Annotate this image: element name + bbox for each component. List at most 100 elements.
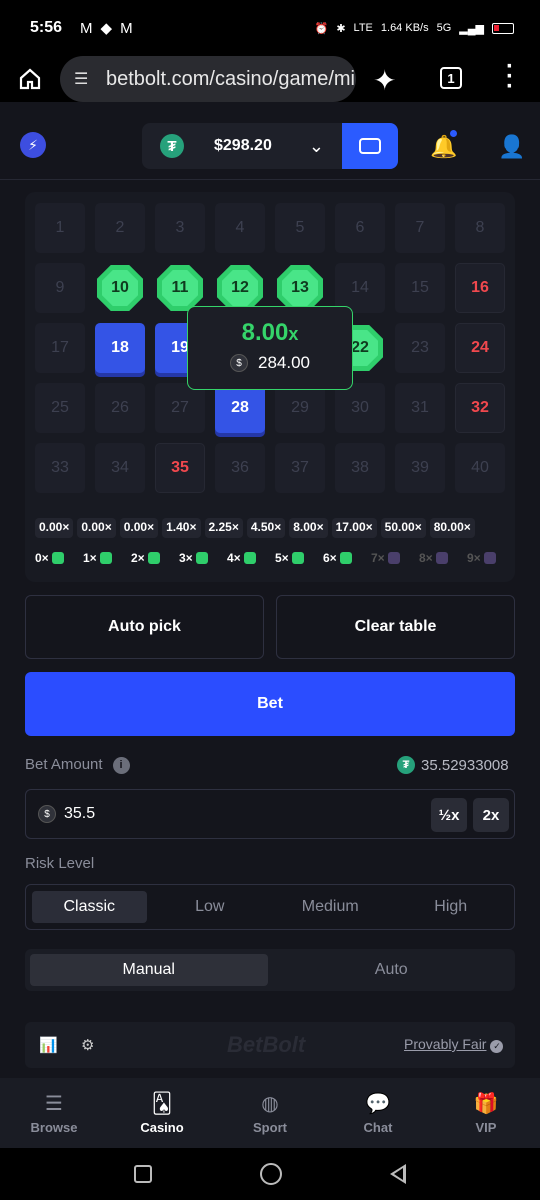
tile-16[interactable]: 16: [455, 263, 505, 313]
dollar-icon: $: [38, 805, 56, 823]
nav-item-sport[interactable]: ◍ Sport: [216, 1078, 324, 1148]
nav-label: Chat: [363, 1120, 393, 1135]
check-icon: ✓: [490, 1040, 504, 1053]
tile-3[interactable]: 3: [155, 203, 205, 253]
tile-10[interactable]: 10: [95, 263, 145, 313]
tile-9[interactable]: 9: [35, 263, 85, 313]
tab-switcher-button[interactable]: 1: [440, 67, 462, 89]
wallet-icon: [359, 138, 381, 154]
tile-17[interactable]: 17: [35, 323, 85, 373]
gem-small-icon: [147, 552, 160, 564]
tile-8[interactable]: 8: [455, 203, 505, 253]
nav-item-browse[interactable]: ☰ Browse: [0, 1078, 108, 1148]
tile-40[interactable]: 40: [455, 443, 505, 493]
home-icon[interactable]: [0, 67, 60, 91]
search-list-icon: ☰: [45, 1093, 63, 1115]
clear-table-button[interactable]: Clear table: [276, 595, 515, 659]
tile-7[interactable]: 7: [395, 203, 445, 253]
nav-item-vip[interactable]: 🎁 VIP: [432, 1078, 540, 1148]
profile-button[interactable]: 👤: [498, 134, 525, 160]
dollar-icon: $: [230, 354, 248, 372]
gift-icon: 🎁: [473, 1093, 499, 1115]
nav-item-chat[interactable]: 💬 Chat: [324, 1078, 432, 1148]
chevron-down-icon: ⌄: [308, 135, 324, 156]
tile-number: 12: [222, 270, 258, 306]
tile-28[interactable]: 28: [215, 383, 265, 433]
tile-30[interactable]: 30: [335, 383, 385, 433]
bet-amount-input[interactable]: $ 35.5 ½x 2x: [25, 789, 515, 839]
wallet-button[interactable]: [342, 123, 398, 169]
tile-39[interactable]: 39: [395, 443, 445, 493]
tile-24[interactable]: 24: [455, 323, 505, 373]
tile-6[interactable]: 6: [335, 203, 385, 253]
nav-label: Browse: [30, 1120, 78, 1135]
stats-icon[interactable]: 📊: [39, 1036, 58, 1054]
provably-fair-link[interactable]: Provably Fair ✓: [404, 1036, 504, 1053]
payout-multiplier: 0.00×: [119, 518, 159, 538]
address-bar[interactable]: ☰ betbolt.com/casino/game/mi: [60, 56, 356, 102]
tile-1[interactable]: 1: [35, 203, 85, 253]
binance-icon: ◆: [100, 20, 113, 37]
gem-small-icon: [483, 552, 496, 564]
auto-pick-button[interactable]: Auto pick: [25, 595, 264, 659]
tile-25[interactable]: 25: [35, 383, 85, 433]
tile-number: 10: [102, 270, 138, 306]
mode-tab-manual[interactable]: Manual: [30, 954, 268, 986]
risk-level-label: Risk Level: [25, 855, 95, 872]
hit-count: 8×: [419, 548, 459, 568]
tile-38[interactable]: 38: [335, 443, 385, 493]
info-icon[interactable]: i: [112, 756, 130, 774]
nav-item-casino[interactable]: 🂡 Casino: [108, 1078, 216, 1148]
half-bet-button[interactable]: ½x: [431, 798, 467, 832]
payout-multiplier: 2.25×: [204, 518, 243, 538]
gem-icon: 11: [157, 265, 203, 311]
gem-small-icon: [243, 552, 256, 564]
payout-multiplier: 4.50×: [246, 518, 286, 538]
balance-selector[interactable]: ₮ $298.20 ⌄: [142, 123, 342, 169]
tile-32[interactable]: 32: [455, 383, 505, 433]
more-menu-icon[interactable]: · · ·: [505, 55, 515, 99]
tile-36[interactable]: 36: [215, 443, 265, 493]
tile-15[interactable]: 15: [395, 263, 445, 313]
mode-tab-auto[interactable]: Auto: [273, 954, 511, 986]
notifications-button[interactable]: 🔔: [430, 130, 457, 160]
tile-29[interactable]: 29: [275, 383, 325, 433]
mode-toggle: Manual Auto: [25, 949, 515, 991]
browser-toolbar: ☰ betbolt.com/casino/game/mi ✦ 1 · · ·: [0, 55, 540, 102]
bet-amount-label-row: Bet Amount i: [25, 756, 130, 774]
tile-18[interactable]: 18: [95, 323, 145, 373]
payout-multiplier: 50.00×: [380, 518, 426, 538]
tile-number: 11: [162, 270, 198, 306]
site-settings-icon[interactable]: ☰: [74, 69, 96, 89]
tile-34[interactable]: 34: [95, 443, 145, 493]
tile-27[interactable]: 27: [155, 383, 205, 433]
betbolt-logo-icon[interactable]: ⚡: [20, 132, 46, 158]
bet-button[interactable]: Bet: [25, 672, 515, 736]
double-bet-button[interactable]: 2x: [473, 798, 509, 832]
available-balance-value: 35.52933008: [421, 756, 509, 774]
hit-count: 2×: [131, 548, 171, 568]
network-type: 5G: [436, 22, 452, 34]
recents-icon[interactable]: [134, 1165, 152, 1183]
alarm-icon: ⏰: [314, 22, 329, 35]
tile-4[interactable]: 4: [215, 203, 265, 253]
chat-icon: 💬: [365, 1093, 391, 1115]
tile-5[interactable]: 5: [275, 203, 325, 253]
gemini-sparkle-icon[interactable]: ✦: [373, 64, 396, 97]
back-icon[interactable]: [390, 1164, 406, 1184]
tile-23[interactable]: 23: [395, 323, 445, 373]
signal-icon: ▂▄▆: [459, 22, 484, 35]
risk-option-low[interactable]: Low: [153, 891, 268, 923]
tile-33[interactable]: 33: [35, 443, 85, 493]
tile-35[interactable]: 35: [155, 443, 205, 493]
home-circle-icon[interactable]: [260, 1163, 282, 1185]
risk-option-medium[interactable]: Medium: [273, 891, 388, 923]
tile-31[interactable]: 31: [395, 383, 445, 433]
tile-37[interactable]: 37: [275, 443, 325, 493]
tile-2[interactable]: 2: [95, 203, 145, 253]
risk-level-selector: Classic Low Medium High: [25, 884, 515, 930]
tile-26[interactable]: 26: [95, 383, 145, 433]
risk-option-high[interactable]: High: [394, 891, 509, 923]
risk-option-classic[interactable]: Classic: [32, 891, 147, 923]
gear-icon[interactable]: ⚙: [81, 1036, 94, 1054]
